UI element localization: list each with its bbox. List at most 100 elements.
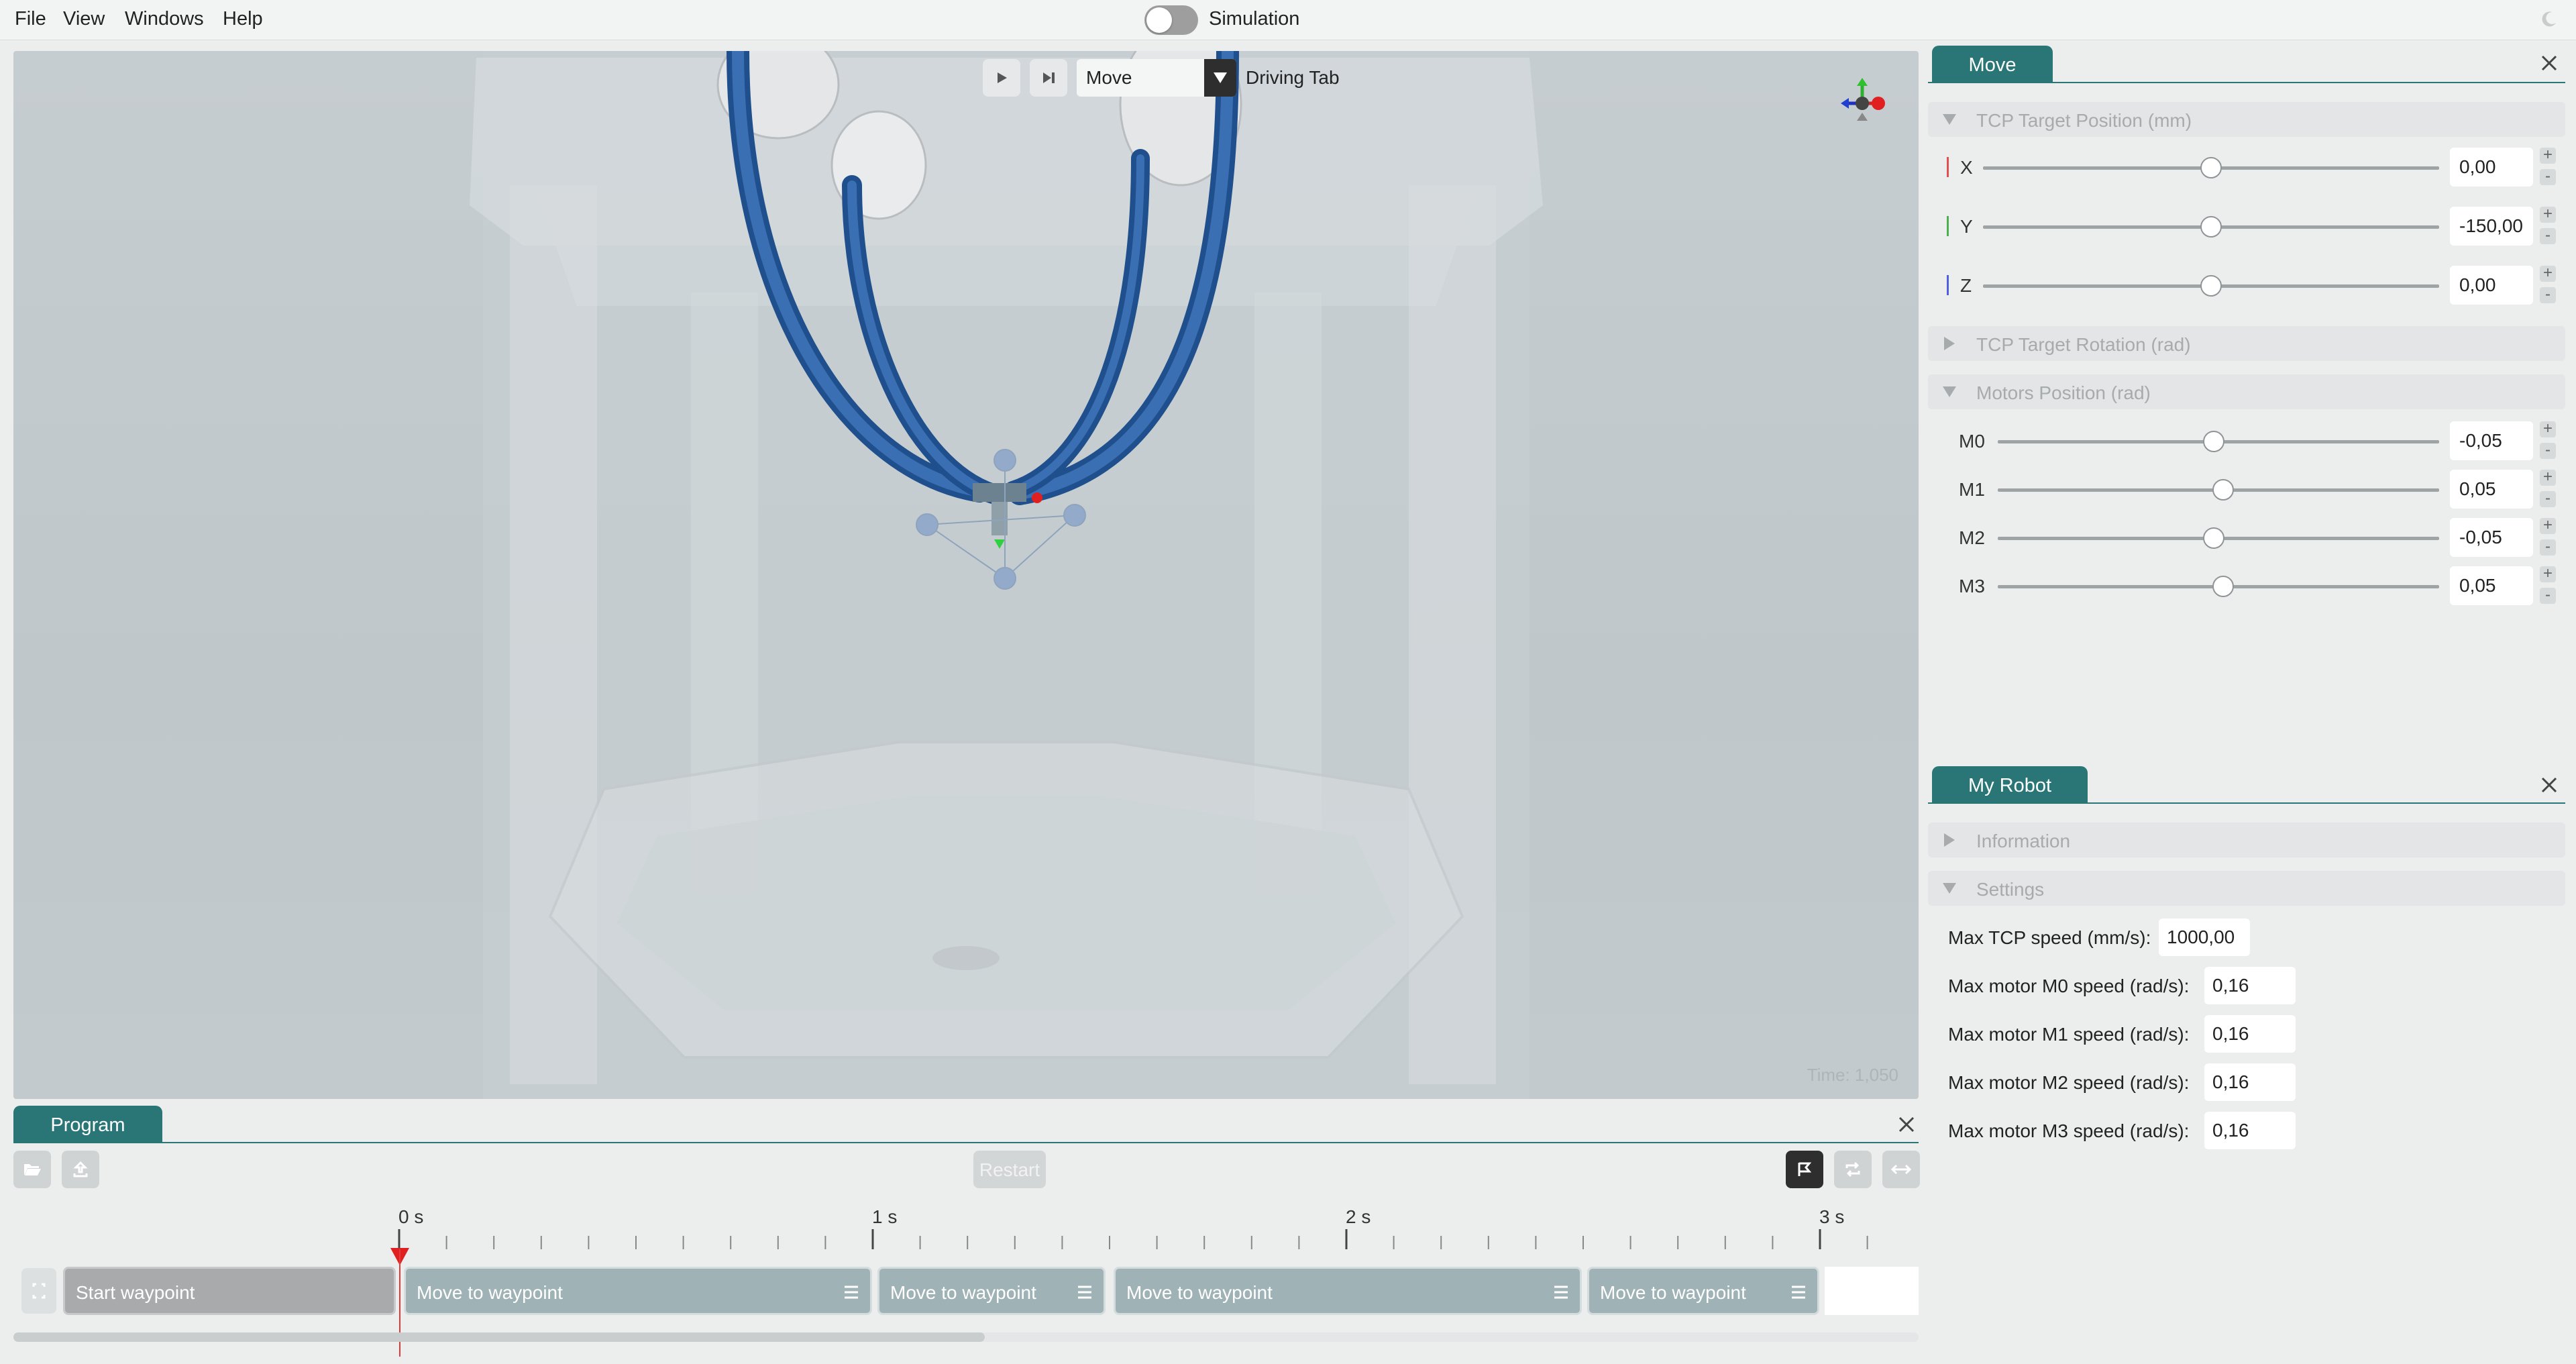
increment-button[interactable]: + [2540,206,2556,223]
3d-viewport[interactable]: Move Driving Tab Time: 1,050 [13,51,1919,1099]
section-information[interactable]: Information [1928,823,2565,857]
section-settings[interactable]: Settings [1928,871,2565,906]
increment-button[interactable]: + [2540,517,2556,534]
timeline-scrollbar[interactable] [13,1332,1919,1342]
tab-program[interactable]: Program [13,1106,162,1143]
tab-move[interactable]: Move [1932,46,2053,83]
fit-width-button[interactable] [1882,1151,1920,1188]
decrement-button[interactable]: - [2540,587,2556,604]
dark-mode-icon[interactable] [2540,9,2559,28]
block-label: Move to waypoint [890,1282,1036,1303]
menu-file[interactable]: File [15,8,46,30]
collapsed-triangle-icon [1944,833,1955,847]
simulation-toggle[interactable] [1144,5,1198,35]
menu-view[interactable]: View [63,8,105,30]
top-plate-inner [537,192,1476,306]
increment-button[interactable]: + [2540,421,2556,437]
max-m0-speed-field[interactable]: 0,16 [2204,967,2296,1004]
scrollbar-thumb[interactable] [13,1332,985,1342]
play-button[interactable] [983,59,1020,97]
axis-value-field[interactable]: 0,00 [2450,148,2533,187]
motor-slider-knob[interactable] [2203,527,2225,549]
folder-open-icon [24,1164,41,1175]
decrement-button[interactable]: - [2540,442,2556,459]
axis-slider-knob[interactable] [2200,216,2222,238]
axis-slider-knob[interactable] [2200,275,2222,297]
menu-icon[interactable] [1553,1285,1569,1300]
decrement-button[interactable]: - [2540,286,2556,303]
upload-icon [73,1161,88,1177]
close-move-panel-icon[interactable] [2537,51,2561,75]
menu-icon[interactable] [1077,1285,1093,1300]
motor-slider-knob[interactable] [2212,576,2234,597]
timeline-block-start-waypoint[interactable]: Start waypoint [63,1267,396,1315]
waypoint-mode-button[interactable] [1786,1151,1823,1188]
timeline-block-move-3[interactable]: Move to waypoint [1114,1267,1582,1315]
increment-button[interactable]: + [2540,566,2556,582]
axis-label: Z [1960,275,1972,296]
section-tcp-position[interactable]: TCP Target Position (mm) [1928,102,2565,137]
section-tcp-rotation[interactable]: TCP Target Rotation (rad) [1928,326,2565,361]
section-motors-position[interactable]: Motors Position (rad) [1928,374,2565,409]
timeline-block-move-1[interactable]: Move to waypoint [404,1267,872,1315]
motor-value-field[interactable]: -0,05 [2450,518,2533,557]
menu-icon[interactable] [1790,1285,1807,1300]
robot-panel-tab-line [1928,802,2565,804]
program-tab-line [13,1142,1919,1143]
motor-label: M1 [1959,479,1985,500]
axis-value-field[interactable]: 0,00 [2450,266,2533,305]
motor-slider-knob[interactable] [2203,431,2225,452]
tab-my-robot[interactable]: My Robot [1932,766,2088,804]
step-button[interactable] [1030,59,1067,97]
close-program-panel-icon[interactable] [1894,1112,1919,1137]
max-m3-speed-label: Max motor M3 speed (rad/s): [1948,1120,2190,1141]
motor-value-field[interactable]: -0,05 [2450,421,2533,460]
mode-select[interactable]: Move [1077,59,1236,97]
motor-row-m1: M1 0,05 + - [1945,469,2556,510]
axis-color-mark [1947,216,1949,236]
open-program-button[interactable] [13,1151,51,1188]
motor-row-m3: M3 0,05 + - [1945,566,2556,607]
restart-button[interactable]: Restart [973,1151,1046,1188]
decrement-button[interactable]: - [2540,168,2556,185]
axis-orientation-icon[interactable] [1835,76,1889,130]
export-program-button[interactable] [62,1151,99,1188]
effector-plate [973,483,1026,502]
max-m2-speed-field[interactable]: 0,16 [2204,1063,2296,1101]
increment-button[interactable]: + [2540,469,2556,486]
section-tcp-position-label: TCP Target Position (mm) [1976,110,2192,131]
decrement-button[interactable]: - [2540,490,2556,507]
max-m1-speed-field[interactable]: 0,16 [2204,1015,2296,1053]
motor-label: M2 [1959,527,1985,548]
axis-value-field[interactable]: -150,00 [2450,207,2533,246]
expand-timeline-button[interactable] [21,1268,56,1314]
motor-slider-knob[interactable] [2212,479,2234,501]
robot-scene [470,51,1543,1099]
close-robot-panel-icon[interactable] [2537,773,2561,797]
menu-icon[interactable] [843,1285,859,1300]
max-m3-speed-field[interactable]: 0,16 [2204,1112,2296,1149]
motor-value-field[interactable]: 0,05 [2450,566,2533,605]
max-tcp-speed-field[interactable]: 1000,00 [2159,919,2250,956]
axis-slider-knob[interactable] [2200,157,2222,178]
decrement-button[interactable]: - [2540,227,2556,244]
decrement-button[interactable]: - [2540,539,2556,556]
loop-button[interactable] [1834,1151,1872,1188]
max-m2-speed-label: Max motor M2 speed (rad/s): [1948,1072,2190,1093]
timeline-ruler[interactable] [13,1201,1919,1249]
mode-select-arrow[interactable] [1204,59,1236,97]
menubar: File View Windows Help Simulation [0,0,2576,40]
timeline-block-move-4[interactable]: Move to waypoint [1587,1267,1819,1315]
block-label: Start waypoint [76,1282,195,1303]
motor-value-field[interactable]: 0,05 [2450,470,2533,509]
increment-button[interactable]: + [2540,265,2556,282]
timeline-end-slot[interactable] [1825,1267,1919,1315]
menu-help[interactable]: Help [223,8,263,30]
max-tcp-speed-label: Max TCP speed (mm/s): [1948,927,2151,948]
menu-windows[interactable]: Windows [125,8,204,30]
play-icon [998,72,1007,83]
increment-button[interactable]: + [2540,147,2556,164]
move-panel-tab-line [1928,82,2565,83]
timeline-block-move-2[interactable]: Move to waypoint [877,1267,1106,1315]
tcp-axis-row-z: Z 0,00 + - [1945,265,2556,306]
